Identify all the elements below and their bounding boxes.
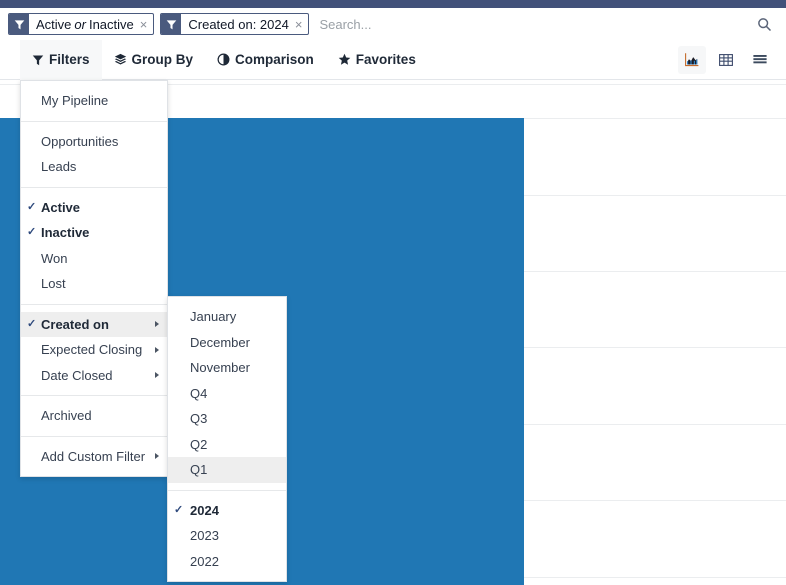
menu-item-label: 2022 (190, 553, 219, 569)
menu-item-expected-closing[interactable]: Expected Closing (21, 337, 167, 363)
menu-item-label: 2023 (190, 528, 219, 544)
menu-item-label: 2024 (190, 502, 219, 518)
filter-icon (9, 14, 29, 34)
menu-separator (21, 120, 167, 122)
facet-part-conj: or (74, 16, 86, 32)
menu-item-label: Expected Closing (41, 342, 143, 358)
submenu-item-2024[interactable]: ✓ 2024 (168, 498, 286, 524)
menu-item-add-custom-filter[interactable]: Add Custom Filter (21, 444, 167, 470)
menu-item-opportunities[interactable]: Opportunities (21, 129, 167, 155)
tab-favorites[interactable]: Favorites (326, 40, 428, 80)
menu-item-label: Lost (41, 276, 66, 292)
facet-remove-icon[interactable]: × (295, 14, 309, 34)
menu-item-label: December (190, 334, 250, 350)
menu-separator (21, 435, 167, 437)
tab-comparison[interactable]: Comparison (205, 40, 326, 80)
menu-item-created-on[interactable]: ✓ Created on (21, 311, 167, 337)
menu-separator (21, 186, 167, 188)
menu-item-label: My Pipeline (41, 93, 109, 109)
search-bar: Active or Inactive × Created on: 2024 × (0, 8, 786, 40)
tab-group-by[interactable]: Group By (102, 40, 206, 80)
facet-label: Active or Inactive (29, 14, 140, 34)
facet-part-1: Active (36, 16, 72, 32)
menu-item-label: Q2 (190, 436, 208, 452)
chevron-right-icon (155, 372, 159, 379)
top-navbar (0, 0, 786, 8)
chevron-right-icon (155, 453, 159, 460)
menu-item-label: Q4 (190, 385, 208, 401)
menu-item-label: Won (41, 250, 68, 266)
menu-item-won[interactable]: Won (21, 246, 167, 272)
graph-view-icon[interactable] (678, 45, 706, 74)
menu-item-leads[interactable]: Leads (21, 154, 167, 180)
menu-item-label: Date Closed (41, 367, 113, 383)
menu-item-label: Opportunities (41, 133, 119, 149)
submenu-item-2023[interactable]: 2023 (168, 523, 286, 549)
tab-filters[interactable]: Filters (20, 39, 102, 80)
menu-item-label: Q3 (190, 411, 208, 427)
submenu-item-january[interactable]: January (168, 304, 286, 330)
submenu-item-q2[interactable]: Q2 (168, 432, 286, 458)
magnifier-icon[interactable] (750, 12, 778, 36)
facet-part-2: Inactive (88, 16, 134, 32)
submenu-item-q3[interactable]: Q3 (168, 406, 286, 432)
tab-group-by-label: Group By (131, 52, 194, 67)
menu-item-label: Add Custom Filter (41, 448, 146, 464)
control-panel-toolbar: Filters Group By Comparison Favorites (0, 39, 786, 80)
facet-active-or-inactive[interactable]: Active or Inactive × (8, 13, 155, 35)
app-root: Active or Inactive × Created on: 2024 × … (0, 0, 786, 585)
submenu-item-q4[interactable]: Q4 (168, 381, 286, 407)
check-icon: ✓ (27, 317, 37, 330)
tab-comparison-label: Comparison (235, 52, 314, 67)
menu-item-label: January (190, 309, 237, 325)
tab-favorites-label: Favorites (355, 52, 416, 67)
tab-filters-label: Filters (49, 52, 90, 67)
chevron-right-icon (155, 346, 159, 353)
menu-item-label: Q1 (190, 462, 208, 478)
menu-item-active[interactable]: ✓ Active (21, 195, 167, 221)
facet-label: Created on: 2024 (188, 16, 289, 32)
menu-item-archived[interactable]: Archived (21, 403, 167, 429)
chevron-right-icon (155, 321, 159, 328)
facet-remove-icon[interactable]: × (140, 14, 154, 34)
filters-dropdown-menu: My Pipeline Opportunities Leads ✓ Active… (20, 80, 168, 477)
menu-item-my-pipeline[interactable]: My Pipeline (21, 88, 167, 114)
facet-created-on-2024[interactable]: Created on: 2024 × (160, 13, 310, 35)
menu-separator (21, 395, 167, 396)
submenu-item-december[interactable]: December (168, 330, 286, 356)
check-icon: ✓ (27, 226, 37, 239)
filter-icon (161, 14, 182, 34)
menu-item-label: Archived (41, 408, 92, 424)
menu-item-label: November (190, 360, 250, 376)
menu-item-label: Leads (41, 159, 77, 175)
submenu-item-2022[interactable]: 2022 (168, 549, 286, 575)
list-view-icon[interactable] (746, 46, 774, 74)
search-input[interactable] (315, 13, 750, 35)
check-icon: ✓ (174, 503, 184, 516)
menu-item-label: Active (41, 199, 81, 215)
menu-item-lost[interactable]: Lost (21, 271, 167, 297)
menu-item-label: Created on (41, 316, 109, 332)
check-icon: ✓ (27, 200, 37, 213)
menu-separator (21, 303, 167, 305)
created-on-submenu: January December November Q4 Q3 Q2 Q1 ✓ … (167, 296, 287, 582)
menu-separator (168, 489, 286, 491)
menu-item-inactive[interactable]: ✓ Inactive (21, 220, 167, 246)
submenu-item-q1[interactable]: Q1 (168, 457, 286, 483)
menu-item-label: Inactive (41, 225, 90, 241)
pivot-view-icon[interactable] (712, 46, 740, 74)
submenu-item-november[interactable]: November (168, 355, 286, 381)
menu-item-date-closed[interactable]: Date Closed (21, 363, 167, 389)
